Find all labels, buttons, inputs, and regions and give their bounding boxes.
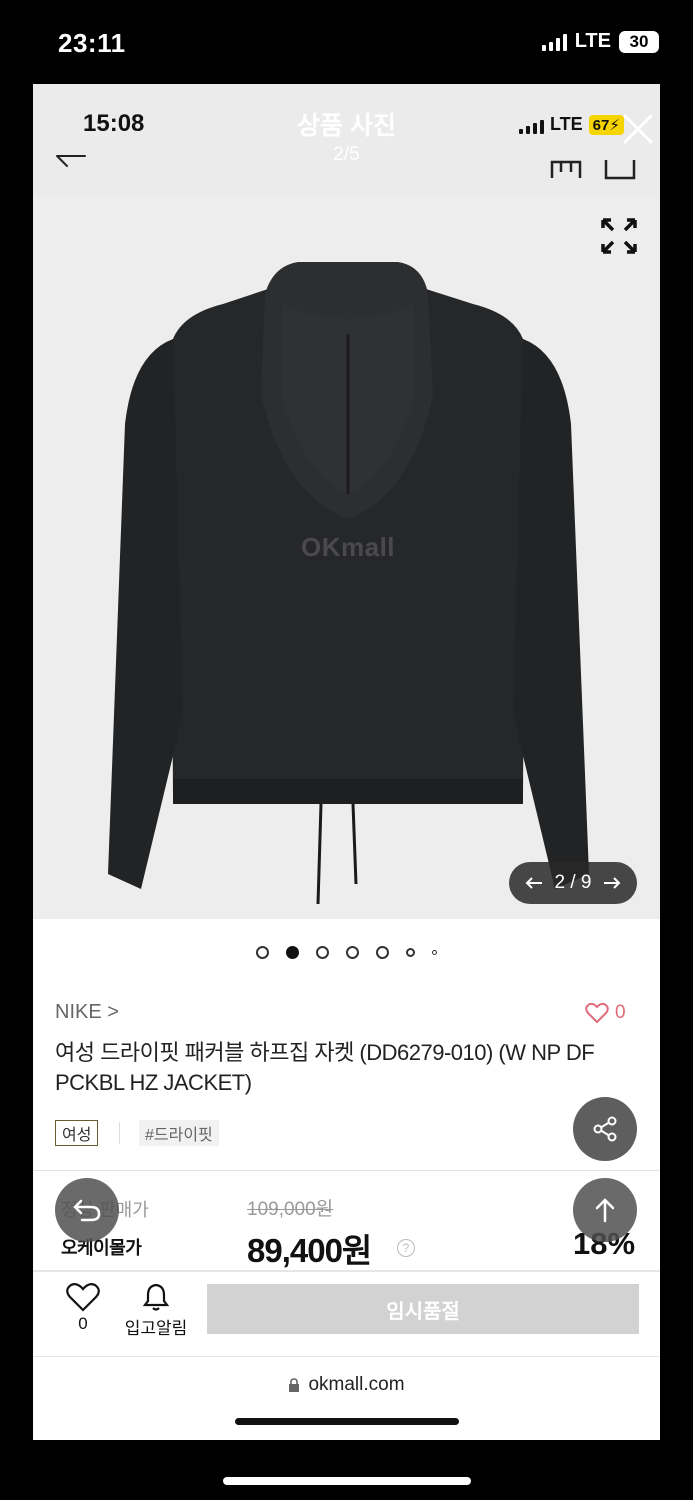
shopping-bag-icon[interactable]	[549, 152, 583, 180]
wishlist-button[interactable]: 0	[61, 1282, 105, 1334]
outer-clock: 23:11	[58, 28, 126, 58]
signal-icon	[541, 33, 567, 51]
carousel-dot[interactable]	[346, 946, 359, 959]
carousel-dot[interactable]	[432, 950, 437, 955]
image-position-pill: 2 / 9	[509, 862, 637, 904]
arrow-up-icon	[595, 1198, 615, 1223]
inner-battery-icon: 67⚡	[588, 114, 624, 135]
outer-home-indicator	[223, 1477, 471, 1485]
carousel-dots	[33, 946, 660, 959]
bell-icon	[142, 1283, 170, 1311]
restock-alarm-label: 입고알림	[124, 1319, 188, 1338]
undo-icon	[73, 1199, 101, 1222]
hashtag-tag[interactable]: #드라이핏	[139, 1120, 219, 1146]
network-label: LTE	[574, 30, 611, 52]
soldout-button[interactable]: 임시품절	[207, 1284, 639, 1334]
close-icon[interactable]	[621, 112, 655, 146]
carousel-dot[interactable]	[256, 946, 269, 959]
wishlist-count: 0	[78, 1314, 88, 1333]
like-count: 0	[615, 1002, 626, 1023]
inner-home-indicator	[235, 1418, 459, 1425]
outer-status-icons: LTE 30	[541, 30, 659, 53]
heart-icon	[585, 1002, 609, 1024]
expand-icon[interactable]	[599, 216, 639, 256]
like-button[interactable]: 0	[585, 1002, 626, 1024]
gender-tag[interactable]: 여성	[55, 1120, 99, 1146]
divider	[33, 1356, 660, 1357]
arrow-right-icon[interactable]	[603, 876, 621, 890]
sale-price: 89,400원	[247, 1232, 372, 1269]
help-icon[interactable]: ?	[397, 1239, 415, 1257]
carousel-dot[interactable]	[316, 946, 329, 959]
undo-button[interactable]	[55, 1178, 119, 1242]
okmall-watermark: OKmall	[301, 532, 396, 562]
divider	[33, 1170, 660, 1171]
battery-icon: 30	[619, 30, 659, 53]
inner-network-label: LTE	[550, 114, 583, 134]
arrow-left-icon[interactable]	[525, 876, 543, 890]
browser-url-bar[interactable]: okmall.com	[33, 1374, 660, 1396]
carousel-dot[interactable]	[376, 946, 389, 959]
divider	[33, 1270, 660, 1272]
inner-status-icons: LTE 67⚡	[519, 114, 624, 135]
heart-icon	[66, 1283, 100, 1312]
product-photo[interactable]: OKmall 2 / 9	[33, 194, 660, 919]
outer-status-bar: 23:11 LTE 30	[0, 0, 693, 84]
product-name: 여성 드라이핏 패커블 하프집 자켓 (DD6279-010) (W NP DF…	[55, 1040, 595, 1095]
carousel-dot[interactable]	[406, 948, 415, 957]
viewer-header: 15:08 상품 사진 2/5 LTE 67⚡	[33, 84, 660, 194]
cart-icon[interactable]	[603, 152, 637, 180]
share-button[interactable]	[573, 1097, 637, 1161]
brand-link[interactable]: NIKE >	[55, 1001, 119, 1024]
inner-battery-level: 67	[592, 116, 610, 134]
image-position: 2 / 9	[554, 872, 592, 893]
lock-icon	[289, 1378, 300, 1392]
carousel-dot[interactable]	[286, 946, 299, 959]
restock-alarm-button[interactable]: 입고알림	[121, 1282, 191, 1339]
browser-url: okmall.com	[308, 1374, 405, 1395]
tag-divider	[119, 1122, 120, 1144]
back-arrow-icon[interactable]	[53, 150, 89, 176]
list-price: 109,000원	[247, 1199, 334, 1220]
inner-signal-icon	[519, 116, 544, 134]
share-icon	[593, 1116, 617, 1142]
screenshot-frame: 15:08 상품 사진 2/5 LTE 67⚡ OKmall 2 / 9 NIK…	[33, 84, 660, 1440]
scroll-top-button[interactable]	[573, 1178, 637, 1242]
